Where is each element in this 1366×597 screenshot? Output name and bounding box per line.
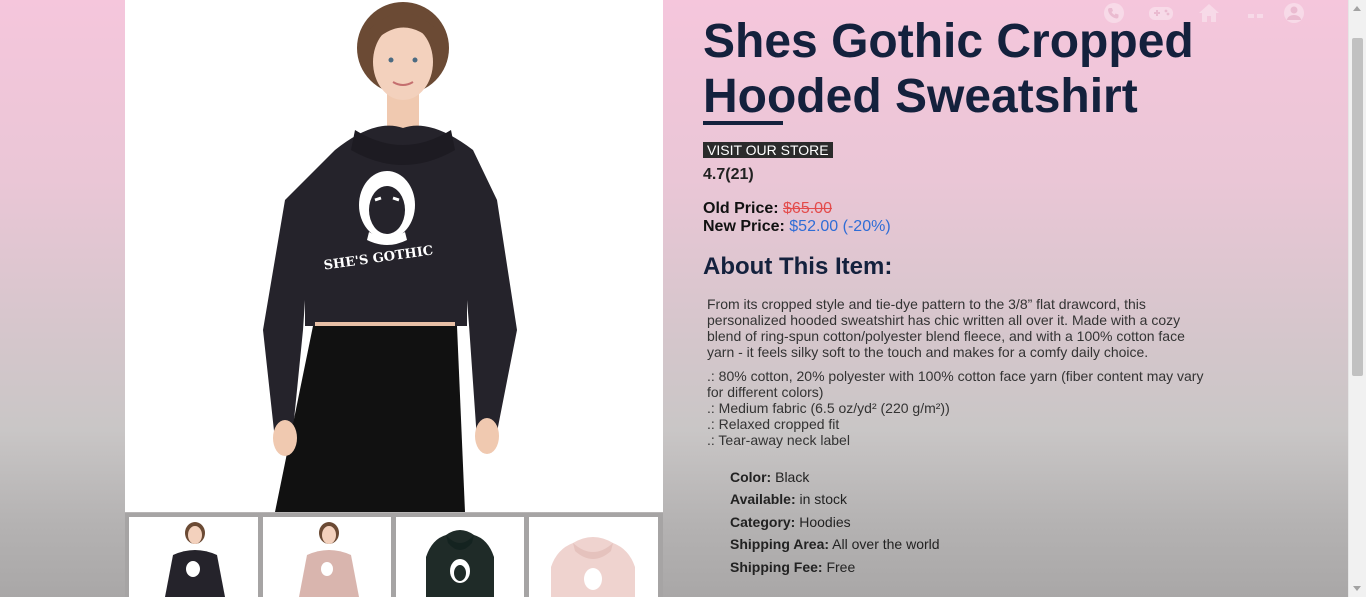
- product-title: Shes Gothic Cropped Hooded Sweatshirt: [703, 15, 1194, 123]
- visit-store-button[interactable]: VISIT OUR STORE: [703, 142, 833, 158]
- description-bullet: .: 80% cotton, 20% polyester with 100% c…: [707, 368, 1204, 400]
- about-heading: About This Item:: [703, 253, 893, 280]
- title-underline: [703, 121, 783, 125]
- thumbnail-pink-model[interactable]: [263, 517, 391, 597]
- new-price-row: New Price: $52.00 (-20%): [703, 218, 891, 236]
- new-price-label: New Price:: [703, 218, 785, 235]
- thumbnail-black-flat[interactable]: [396, 517, 524, 597]
- product-specs: Color: Black Available: in stock Categor…: [730, 468, 940, 580]
- thumbnail-strip: [125, 513, 663, 597]
- scrollbar-thumb[interactable]: [1352, 38, 1363, 376]
- spec-value: in stock: [799, 491, 847, 508]
- spec-shipping-area: Shipping Area: All over the world: [730, 535, 940, 557]
- spec-value: Free: [826, 558, 856, 575]
- spec-value: All over the world: [832, 536, 940, 553]
- spec-category: Category: Hoodies: [730, 513, 940, 535]
- spec-value: Hoodies: [799, 513, 851, 530]
- spec-value: Black: [775, 469, 810, 485]
- spec-shipping-fee: Shipping Fee: Free: [730, 558, 940, 580]
- description-paragraph: From its cropped style and tie-dye patte…: [707, 296, 1185, 360]
- page-scrollbar[interactable]: [1348, 0, 1366, 597]
- spec-label: Shipping Fee:: [730, 558, 823, 575]
- thumbnail-pink-flat[interactable]: [529, 517, 658, 597]
- scroll-down-arrow-icon[interactable]: [1353, 586, 1361, 591]
- spec-available: Available: in stock: [730, 490, 940, 512]
- spec-label: Available:: [730, 491, 796, 508]
- spec-label: Color:: [730, 469, 772, 485]
- old-price-label: Old Price:: [703, 200, 779, 217]
- new-price-value: $52.00 (-20%): [789, 218, 891, 235]
- product-rating: 4.7(21): [703, 166, 754, 183]
- old-price-value: $65.00: [783, 200, 832, 217]
- spec-label: Shipping Area:: [730, 536, 830, 553]
- thumbnail-black-model[interactable]: [129, 517, 258, 597]
- description-bullet: .: Relaxed cropped fit: [707, 416, 840, 432]
- product-description: From its cropped style and tie-dye patte…: [707, 296, 1212, 448]
- description-bullet: .: Tear-away neck label: [707, 432, 850, 448]
- product-main-image: SHE'S GOTHIC: [125, 0, 663, 512]
- price-block: Old Price: $65.00 New Price: $52.00 (-20…: [703, 200, 891, 236]
- user-icon[interactable]: [1282, 2, 1306, 24]
- old-price-row: Old Price: $65.00: [703, 200, 891, 218]
- scroll-up-arrow-icon[interactable]: [1353, 6, 1361, 11]
- spec-label: Category:: [730, 513, 796, 530]
- spec-color: Color: Black: [730, 468, 940, 490]
- description-bullet: .: Medium fabric (6.5 oz/yd² (220 g/m²)): [707, 400, 950, 416]
